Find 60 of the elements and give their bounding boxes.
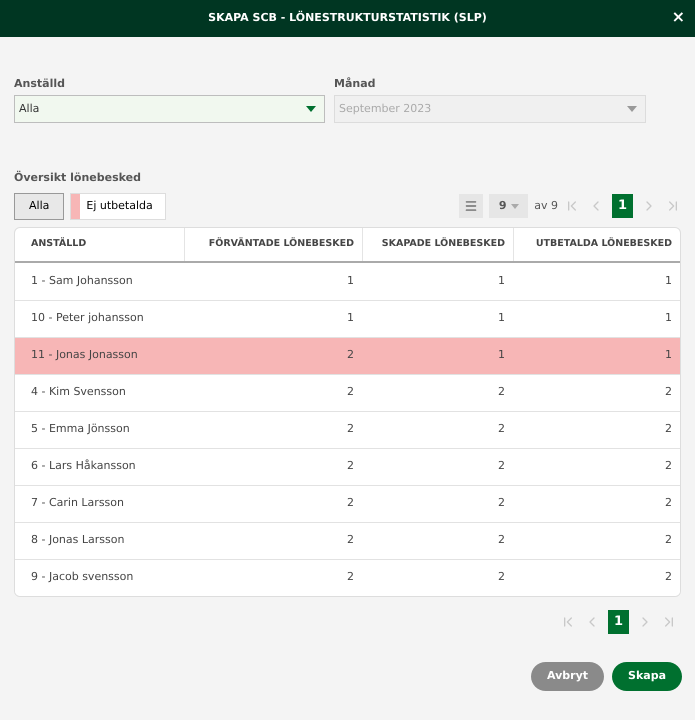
caret-icon: [306, 106, 316, 112]
table-cell-text: 1: [665, 272, 672, 289]
table-cell-text: 2: [347, 495, 354, 512]
dropdown-field[interactable]: Alla: [14, 95, 325, 123]
column-header: FÖRVÄNTADE LÖNEBESKED: [208, 236, 354, 251]
table-cell-text: 1: [498, 347, 505, 364]
menu-icon: [464, 199, 478, 213]
table-cell-text: 1: [665, 310, 672, 326]
table-cell-text: 2: [347, 384, 354, 400]
table-cell-text: 2: [498, 532, 505, 548]
table-cell-text: 1: [498, 310, 505, 326]
table-cell-text: 2: [665, 458, 672, 474]
page-button[interactable]: 1: [612, 194, 633, 218]
table-cell-text: 2: [347, 569, 354, 586]
table-cell-text: 2: [665, 569, 672, 586]
table-cell-text: 2: [498, 495, 505, 512]
table-cell-text: 2: [498, 384, 505, 400]
table-cell-text: 2: [665, 421, 672, 438]
table-cell-text: 2: [498, 421, 505, 438]
table-cell-text: 2: [665, 532, 672, 548]
close-button[interactable]: ×: [672, 9, 685, 25]
table-cell-text: 2: [347, 347, 354, 364]
table-cell-text: 1: [347, 272, 354, 289]
create-button[interactable]: Skapa: [612, 662, 682, 690]
window-title: SKAPA SCB - LÖNESTRUKTURSTATISTIK (SLP): [208, 10, 487, 26]
filter-button[interactable]: Alla: [14, 192, 64, 220]
table-cell-text: 6 - Lars Håkansson: [31, 458, 136, 474]
table-cell-text: 1: [665, 347, 672, 364]
page-size-dropdown[interactable]: 9: [489, 194, 528, 218]
table-cell-text: 2: [498, 458, 505, 474]
table-cell-text: 5 - Emma Jönsson: [31, 421, 130, 438]
table-row[interactable]: 9 - Jacob svensson 2 2 2: [15, 558, 680, 596]
table-cell-text: 2: [498, 569, 505, 586]
caret-icon: [510, 204, 519, 208]
filter-button[interactable]: Ej utbetalda: [70, 192, 166, 220]
table-cell-text: 10 - Peter johansson: [31, 310, 144, 326]
field-label: Månad: [334, 76, 376, 92]
field-label: Anställd: [14, 76, 66, 92]
table-cell-text: 8 - Jonas Larsson: [31, 532, 124, 548]
table-cell-text: 2: [665, 495, 672, 512]
caret-icon: [627, 106, 637, 112]
table-cell-text: 7 - Carin Larsson: [31, 495, 124, 512]
page-count: av 9: [534, 198, 558, 214]
table-cell-text: 9 - Jacob svensson: [31, 569, 134, 586]
column-header: SKAPADE LÖNEBESKED: [382, 236, 505, 251]
table-cell-text: 11 - Jonas Jonasson: [31, 347, 138, 364]
table-cell-text: 1: [347, 310, 354, 326]
table-row[interactable]: 11 - Jonas Jonasson 2 1 1: [15, 336, 680, 374]
table-cell-text: 1 - Sam Johansson: [31, 272, 133, 289]
table-cell-text: 1: [498, 272, 505, 289]
section-title: Översikt lönebesked: [13, 170, 142, 186]
page-button[interactable]: 1: [608, 610, 629, 634]
table-cell-text: 2: [347, 532, 354, 548]
column-header: ANSTÄLLD: [31, 236, 86, 251]
column-header: UTBETALDA LÖNEBESKED: [536, 236, 672, 251]
table-cell-text: 4 - Kim Svensson: [31, 384, 126, 400]
table-cell-text: 2: [347, 458, 354, 474]
table-cell-text: 2: [665, 384, 672, 400]
table-cell-text: 2: [347, 421, 354, 438]
menu-button[interactable]: [459, 194, 484, 218]
